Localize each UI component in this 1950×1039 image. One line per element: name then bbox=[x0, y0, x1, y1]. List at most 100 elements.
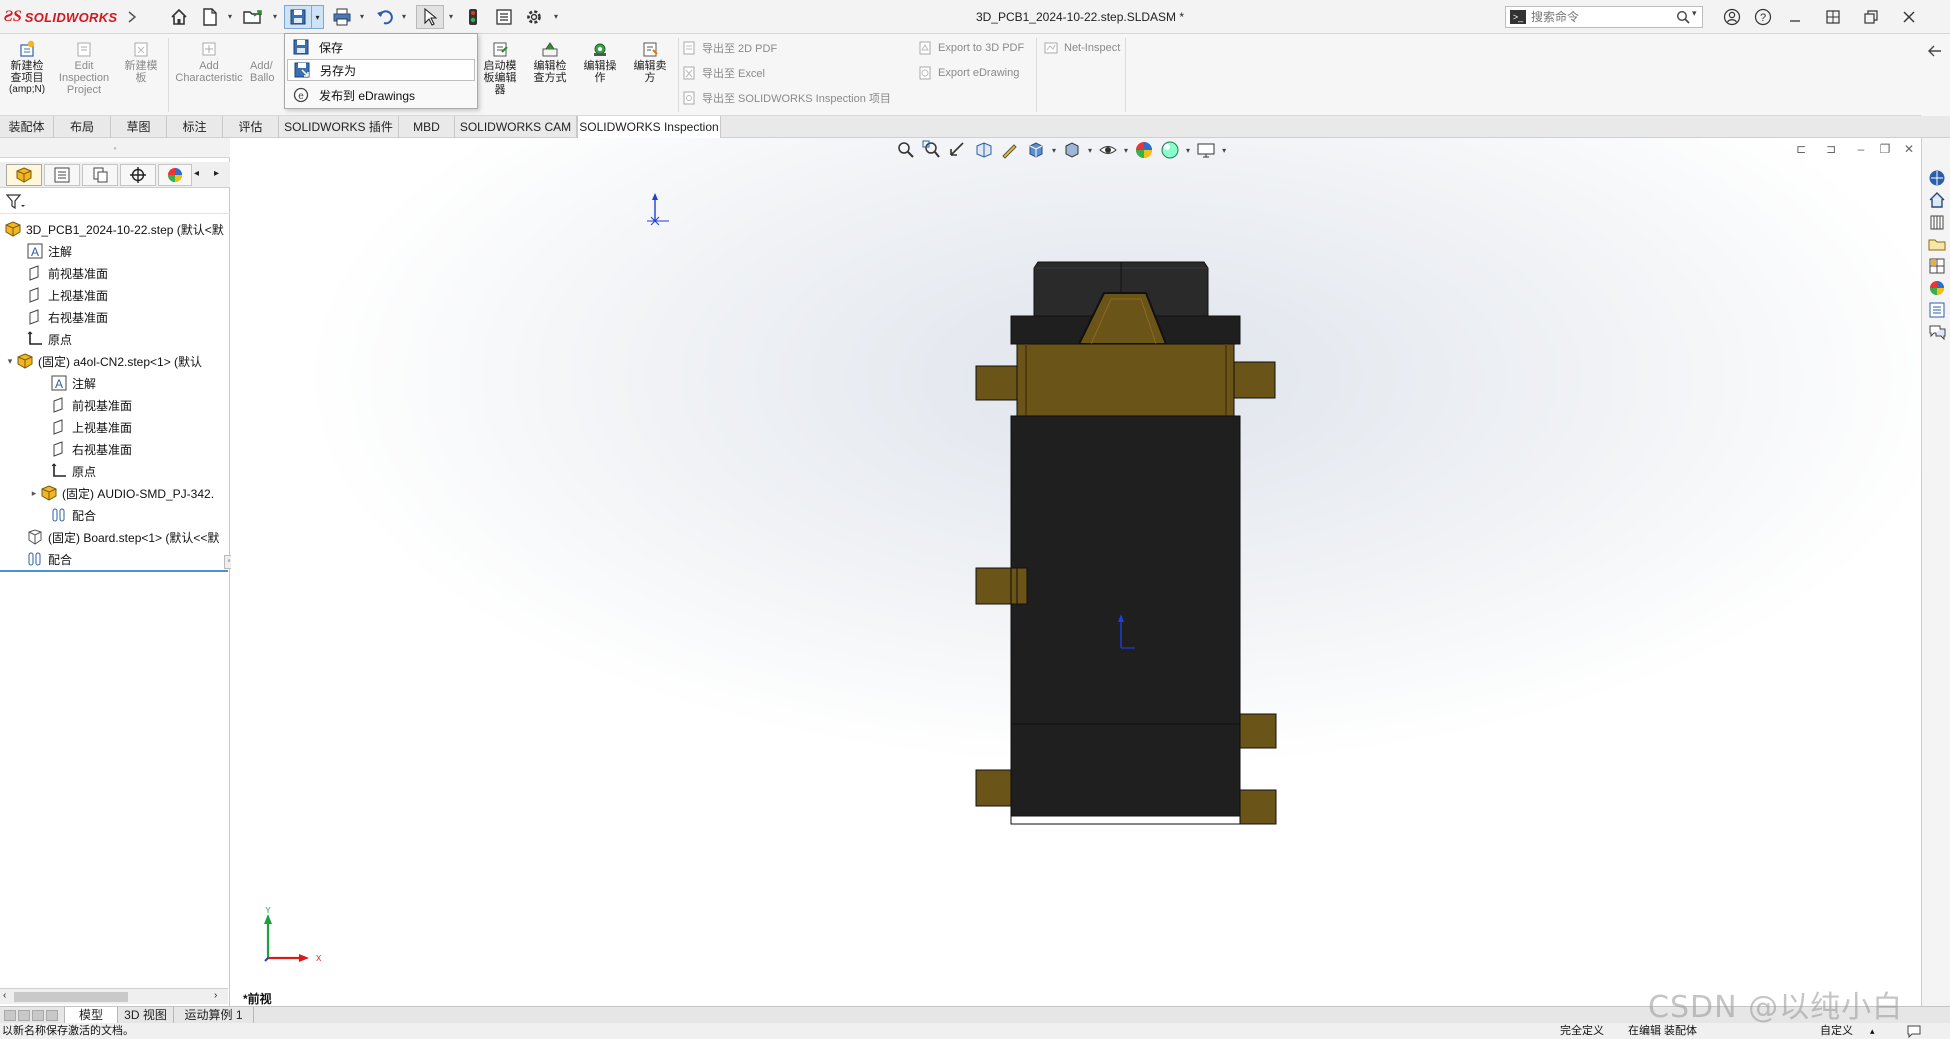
print-dropdown-icon[interactable]: ▾ bbox=[358, 13, 366, 21]
export-2d-pdf-button[interactable]: 导出至 2D PDF bbox=[682, 39, 777, 57]
audio-jack-model[interactable] bbox=[975, 261, 1277, 825]
tree-item-front-plane[interactable]: 前视基准面 bbox=[26, 262, 108, 284]
net-inspect-button[interactable]: Net-Inspect bbox=[1044, 39, 1120, 57]
tab-model[interactable]: 模型 bbox=[64, 1007, 118, 1023]
tree-item-audio-part[interactable]: ▸ (固定) AUDIO-SMD_PJ-342. bbox=[28, 482, 214, 504]
home-icon[interactable] bbox=[166, 5, 192, 29]
search-dropdown-icon[interactable]: ▾ bbox=[1692, 8, 1697, 19]
export-excel-button[interactable]: 导出至 Excel bbox=[682, 64, 765, 82]
property-manager-tab[interactable] bbox=[44, 164, 80, 186]
search-icon[interactable] bbox=[1676, 10, 1690, 27]
edit-inspection-method-button[interactable]: 编辑检 查方式 bbox=[527, 40, 573, 84]
custom-properties-icon[interactable] bbox=[1927, 300, 1947, 320]
view-palette-icon[interactable] bbox=[1927, 256, 1947, 276]
menu-item-save-as[interactable]: 另存为 bbox=[287, 59, 475, 81]
minimize-icon[interactable] bbox=[1782, 6, 1808, 28]
launch-template-editor-button[interactable]: 启动模 板编辑 器 bbox=[478, 40, 522, 96]
options-dropdown-icon[interactable]: ▾ bbox=[552, 13, 560, 21]
solidworks-logo[interactable]: ƧS SOLIDWORKS bbox=[4, 6, 117, 28]
tree-item-sub-origin[interactable]: 原点 bbox=[50, 460, 96, 482]
tab-solidworks-cam[interactable]: SOLIDWORKS CAM bbox=[455, 116, 577, 138]
solidworks-resources-icon[interactable] bbox=[1927, 168, 1947, 188]
last-tab-icon[interactable] bbox=[46, 1010, 58, 1021]
tree-item-board[interactable]: (固定) Board.step<1> (默认<<默 bbox=[26, 526, 219, 548]
tree-item-sub-top-plane[interactable]: 上视基准面 bbox=[50, 416, 132, 438]
select-dropdown-icon[interactable]: ▾ bbox=[447, 13, 455, 21]
tab-scroll-right-icon[interactable]: ▸ bbox=[214, 168, 219, 179]
undo-dropdown-icon[interactable]: ▾ bbox=[400, 13, 408, 21]
rollback-bar[interactable] bbox=[0, 570, 228, 572]
dimxpert-manager-tab[interactable] bbox=[120, 164, 156, 186]
configuration-manager-tab[interactable] bbox=[82, 164, 118, 186]
select-pointer-icon[interactable] bbox=[416, 5, 444, 29]
tree-item-annotations[interactable]: A 注解 bbox=[26, 240, 72, 262]
edit-inspection-project-button[interactable]: Edit Inspection Project bbox=[54, 40, 114, 96]
file-explorer-icon[interactable] bbox=[1927, 234, 1947, 254]
help-icon[interactable]: ? bbox=[1750, 6, 1776, 28]
open-dropdown-icon[interactable]: ▾ bbox=[271, 13, 279, 21]
tab-motion-study[interactable]: 运动算例 1 bbox=[174, 1007, 254, 1023]
tree-item-sub-assembly[interactable]: ▾ (固定) a4ol-CN2.step<1> (默认 bbox=[4, 350, 202, 372]
new-dropdown-icon[interactable]: ▾ bbox=[226, 13, 234, 21]
display-manager-tab[interactable] bbox=[158, 164, 192, 186]
scroll-right-icon[interactable]: › bbox=[214, 990, 217, 1001]
tab-assembly[interactable]: 装配体 bbox=[0, 116, 54, 138]
tab-markup[interactable]: 标注 bbox=[167, 116, 223, 138]
restore-window-icon[interactable] bbox=[1858, 6, 1884, 28]
file-properties-icon[interactable] bbox=[492, 5, 516, 29]
arrow-left-icon[interactable] bbox=[1927, 44, 1943, 61]
tab-mbd[interactable]: MBD bbox=[399, 116, 455, 138]
tree-item-right-plane[interactable]: 右视基准面 bbox=[26, 306, 108, 328]
expand-arrow-icon[interactable]: ▸ bbox=[28, 488, 40, 499]
tab-layout[interactable]: 布局 bbox=[54, 116, 111, 138]
tab-evaluate[interactable]: 评估 bbox=[223, 116, 279, 138]
first-tab-icon[interactable] bbox=[4, 1010, 16, 1021]
tab-solidworks-addins[interactable]: SOLIDWORKS 插件 bbox=[279, 116, 399, 138]
tab-sketch[interactable]: 草图 bbox=[111, 116, 167, 138]
tree-item-sub-annotations[interactable]: A 注解 bbox=[50, 372, 96, 394]
open-folder-icon[interactable] bbox=[240, 5, 266, 29]
tree-item-sub-front-plane[interactable]: 前视基准面 bbox=[50, 394, 132, 416]
rebuild-traffic-light-icon[interactable] bbox=[462, 5, 484, 29]
close-window-icon[interactable] bbox=[1896, 6, 1922, 28]
tree-item-top-plane[interactable]: 上视基准面 bbox=[26, 284, 108, 306]
filter-funnel-icon[interactable] bbox=[5, 194, 26, 213]
search-commands-box[interactable]: >_ ▾ bbox=[1505, 6, 1703, 28]
forum-icon[interactable] bbox=[1927, 322, 1947, 342]
menu-item-save[interactable]: 保存 bbox=[287, 36, 475, 58]
menu-item-publish-edrawings[interactable]: e 发布到 eDrawings bbox=[287, 84, 475, 106]
prev-tab-icon[interactable] bbox=[18, 1010, 30, 1021]
feature-manager-tab[interactable] bbox=[6, 164, 42, 186]
print-icon[interactable] bbox=[330, 5, 354, 29]
tab-scroll-left-icon[interactable]: ◂ bbox=[194, 168, 199, 179]
edit-operation-button[interactable]: 编辑操 作 bbox=[577, 40, 623, 84]
appearances-scenes-icon[interactable] bbox=[1927, 278, 1947, 298]
tree-item-sub-right-plane[interactable]: 右视基准面 bbox=[50, 438, 132, 460]
save-dropdown-icon[interactable]: ▾ bbox=[312, 5, 324, 29]
tab-3d-view[interactable]: 3D 视图 bbox=[118, 1007, 174, 1023]
undo-icon[interactable] bbox=[372, 5, 396, 29]
tree-item-root-assembly[interactable]: 3D_PCB1_2024-10-22.step (默认<默 bbox=[4, 218, 224, 240]
panel-grip-handle[interactable]: ◦ bbox=[0, 138, 230, 158]
save-toolbar-button[interactable] bbox=[284, 5, 312, 29]
home-icon[interactable] bbox=[1927, 190, 1947, 210]
next-tab-icon[interactable] bbox=[32, 1010, 44, 1021]
export-edrawing-button[interactable]: Export eDrawing bbox=[918, 64, 1019, 82]
collapse-arrow-icon[interactable]: ▾ bbox=[4, 356, 16, 367]
options-gear-icon[interactable] bbox=[522, 5, 546, 29]
search-input[interactable] bbox=[1531, 10, 1661, 24]
scroll-left-icon[interactable]: ‹ bbox=[3, 990, 6, 1001]
add-characteristic-button[interactable]: Add Characteristic bbox=[172, 40, 246, 84]
graphics-viewport[interactable]: ▾ ▾ ▾ ▾ ▾ ⊏ ⊐ – ❐ ✕ Y X *前视 bbox=[231, 138, 1921, 1010]
export-3d-pdf-button[interactable]: Export to 3D PDF bbox=[918, 39, 1024, 57]
new-inspection-project-button[interactable]: 新建检 查项目 (amp;N) bbox=[4, 40, 50, 96]
design-library-icon[interactable] bbox=[1927, 212, 1947, 232]
edit-vendor-button[interactable]: 编辑卖 方 bbox=[627, 40, 673, 84]
status-chat-icon[interactable] bbox=[1906, 1023, 1922, 1039]
model-view-canvas[interactable] bbox=[231, 138, 1921, 1010]
export-inspection-project-button[interactable]: 导出至 SOLIDWORKS Inspection 项目 bbox=[682, 89, 891, 107]
scrollbar-thumb[interactable] bbox=[14, 992, 128, 1002]
tree-item-sub-mates[interactable]: 配合 bbox=[50, 504, 96, 526]
tree-horizontal-scrollbar[interactable]: ‹ › bbox=[0, 988, 228, 1004]
tile-window-icon[interactable] bbox=[1820, 6, 1846, 28]
